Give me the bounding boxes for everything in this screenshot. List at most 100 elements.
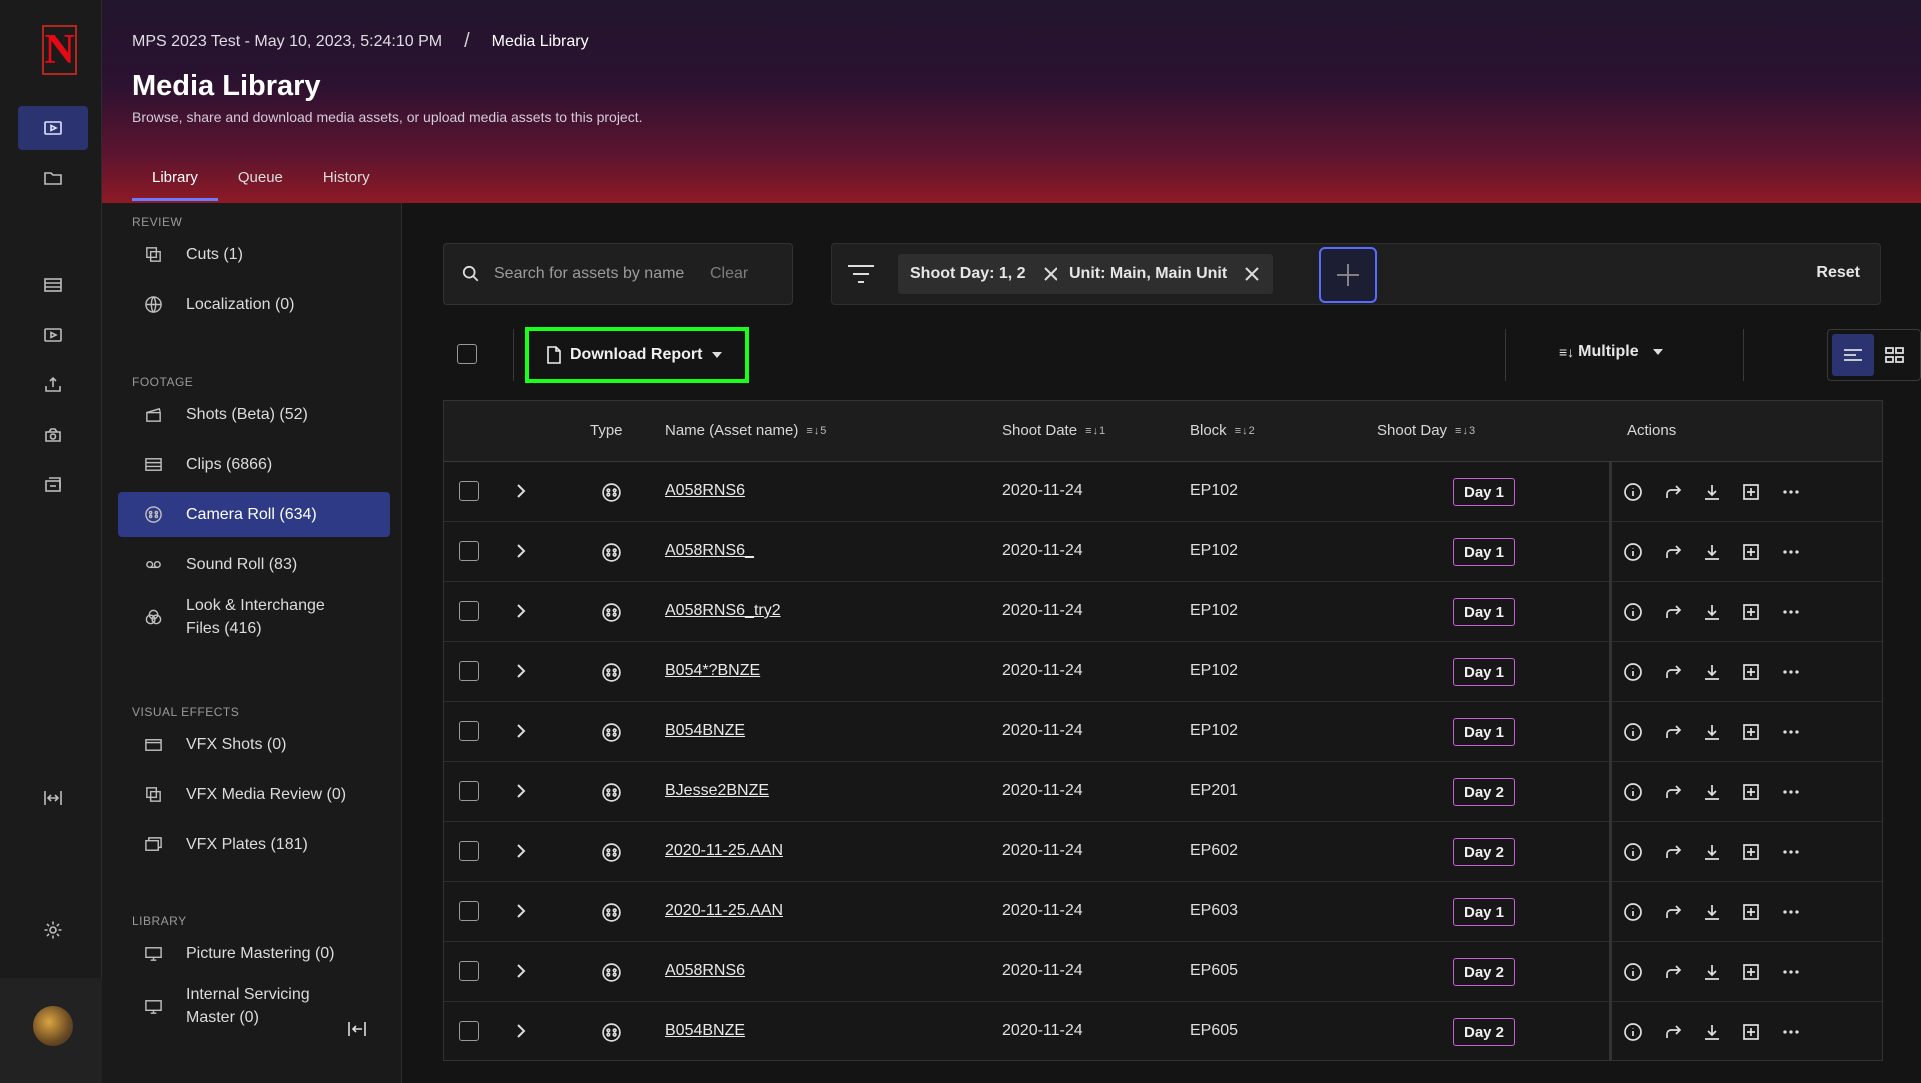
row-checkbox[interactable] <box>459 721 479 741</box>
add-to-collection-icon[interactable] <box>1740 481 1762 503</box>
column-header-shoot-date[interactable]: Shoot Date ≡↓1 <box>1002 422 1106 439</box>
sort-dropdown[interactable]: ≡↓ Multiple <box>1559 343 1663 361</box>
download-icon[interactable] <box>1701 961 1723 983</box>
add-to-collection-icon[interactable] <box>1740 721 1762 743</box>
column-header-name[interactable]: Name (Asset name) ≡↓5 <box>665 422 827 439</box>
info-icon[interactable] <box>1622 841 1644 863</box>
asset-name-link[interactable]: BJesse2BNZE <box>665 782 769 800</box>
table-row[interactable]: A058RNS6_ 2020-11-24 EP102 Day 1 <box>444 522 1882 582</box>
more-icon[interactable] <box>1780 961 1802 983</box>
row-checkbox[interactable] <box>459 661 479 681</box>
add-to-collection-icon[interactable] <box>1740 841 1762 863</box>
media-library-rail-button[interactable] <box>18 106 88 150</box>
asset-name-link[interactable]: A058RNS6 <box>665 482 745 500</box>
share-icon[interactable] <box>1662 781 1684 803</box>
expand-rail-button[interactable] <box>18 776 88 820</box>
reset-filters-button[interactable]: Reset <box>1816 264 1860 282</box>
download-icon[interactable] <box>1701 901 1723 923</box>
filter-chip-shoot-day[interactable]: Shoot Day: 1, 2 <box>898 254 1072 294</box>
table-row[interactable]: B054*?BNZE 2020-11-24 EP102 Day 1 <box>444 642 1882 702</box>
asset-name-link[interactable]: B054*?BNZE <box>665 662 760 680</box>
chevron-right-icon[interactable] <box>514 903 528 919</box>
filter-chip-unit[interactable]: Unit: Main, Main Unit <box>1057 254 1274 294</box>
table-row[interactable]: 2020-11-25.AAN 2020-11-24 EP603 Day 1 <box>444 882 1882 942</box>
share-icon[interactable] <box>1662 901 1684 923</box>
asset-name-link[interactable]: A058RNS6_try2 <box>665 602 781 620</box>
share-icon[interactable] <box>1662 1021 1684 1043</box>
chevron-right-icon[interactable] <box>514 483 528 499</box>
tab-queue[interactable]: Queue <box>218 160 303 201</box>
table-row[interactable]: B054BNZE 2020-11-24 EP102 Day 1 <box>444 702 1882 762</box>
table-row[interactable]: 2020-11-25.AAN 2020-11-24 EP602 Day 2 <box>444 822 1882 882</box>
sidebar-item-sound-roll[interactable]: Sound Roll (83) <box>118 542 390 587</box>
asset-name-link[interactable]: B054BNZE <box>665 722 745 740</box>
info-icon[interactable] <box>1622 961 1644 983</box>
chevron-right-icon[interactable] <box>514 603 528 619</box>
add-to-collection-icon[interactable] <box>1740 961 1762 983</box>
info-icon[interactable] <box>1622 1021 1644 1043</box>
share-icon[interactable] <box>1662 961 1684 983</box>
asset-name-link[interactable]: 2020-11-25.AAN <box>665 842 783 860</box>
download-icon[interactable] <box>1701 781 1723 803</box>
sidebar-item-localization[interactable]: Localization (0) <box>118 282 390 327</box>
list-view-button[interactable] <box>1832 334 1874 376</box>
download-report-button[interactable]: Download Report <box>525 327 749 383</box>
row-checkbox[interactable] <box>459 601 479 621</box>
more-icon[interactable] <box>1780 721 1802 743</box>
close-icon[interactable] <box>1243 265 1261 283</box>
row-checkbox[interactable] <box>459 541 479 561</box>
sidebar-item-look-files[interactable]: Look & Interchange Files (416) <box>118 588 390 646</box>
download-icon[interactable] <box>1701 481 1723 503</box>
filter-icon[interactable] <box>846 261 878 289</box>
table-row[interactable]: A058RNS6 2020-11-24 EP102 Day 1 <box>444 462 1882 522</box>
more-icon[interactable] <box>1780 601 1802 623</box>
share-icon[interactable] <box>1662 541 1684 563</box>
sidebar-item-vfx-media-review[interactable]: VFX Media Review (0) <box>118 772 390 817</box>
tab-library[interactable]: Library <box>132 160 218 201</box>
table-row[interactable]: A058RNS6 2020-11-24 EP605 Day 2 <box>444 942 1882 1002</box>
download-icon[interactable] <box>1701 601 1723 623</box>
more-icon[interactable] <box>1780 541 1802 563</box>
row-checkbox[interactable] <box>459 901 479 921</box>
upload-rail-button[interactable] <box>18 363 88 407</box>
add-to-collection-icon[interactable] <box>1740 901 1762 923</box>
asset-name-link[interactable]: A058RNS6 <box>665 962 745 980</box>
add-filter-button[interactable] <box>1319 247 1377 303</box>
asset-name-link[interactable]: A058RNS6_ <box>665 542 754 560</box>
add-to-collection-icon[interactable] <box>1740 661 1762 683</box>
more-icon[interactable] <box>1780 1021 1802 1043</box>
share-icon[interactable] <box>1662 481 1684 503</box>
info-icon[interactable] <box>1622 781 1644 803</box>
info-icon[interactable] <box>1622 541 1644 563</box>
info-icon[interactable] <box>1622 481 1644 503</box>
settings-rail-button[interactable] <box>18 908 88 952</box>
info-icon[interactable] <box>1622 661 1644 683</box>
row-checkbox[interactable] <box>459 481 479 501</box>
asset-name-link[interactable]: B054BNZE <box>665 1022 745 1040</box>
chevron-right-icon[interactable] <box>514 663 528 679</box>
download-icon[interactable] <box>1701 661 1723 683</box>
chevron-right-icon[interactable] <box>514 843 528 859</box>
more-icon[interactable] <box>1780 481 1802 503</box>
chevron-right-icon[interactable] <box>514 783 528 799</box>
column-header-shoot-day[interactable]: Shoot Day ≡↓3 <box>1377 422 1476 439</box>
chevron-right-icon[interactable] <box>514 1023 528 1039</box>
download-icon[interactable] <box>1701 1021 1723 1043</box>
row-checkbox[interactable] <box>459 1021 479 1041</box>
more-icon[interactable] <box>1780 661 1802 683</box>
chevron-right-icon[interactable] <box>514 963 528 979</box>
collapse-sidebar-icon[interactable] <box>346 1018 370 1042</box>
more-icon[interactable] <box>1780 841 1802 863</box>
clear-search-button[interactable]: Clear <box>710 265 748 283</box>
download-icon[interactable] <box>1701 841 1723 863</box>
select-all-checkbox[interactable] <box>457 344 477 364</box>
sidebar-item-vfx-plates[interactable]: VFX Plates (181) <box>118 822 390 867</box>
sidebar-item-camera-roll[interactable]: Camera Roll (634) <box>118 492 390 537</box>
info-icon[interactable] <box>1622 721 1644 743</box>
share-icon[interactable] <box>1662 661 1684 683</box>
add-to-collection-icon[interactable] <box>1740 781 1762 803</box>
table-row[interactable]: BJesse2BNZE 2020-11-24 EP201 Day 2 <box>444 762 1882 822</box>
chevron-right-icon[interactable] <box>514 543 528 559</box>
row-checkbox[interactable] <box>459 961 479 981</box>
breadcrumb-project[interactable]: MPS 2023 Test - May 10, 2023, 5:24:10 PM <box>132 33 442 51</box>
